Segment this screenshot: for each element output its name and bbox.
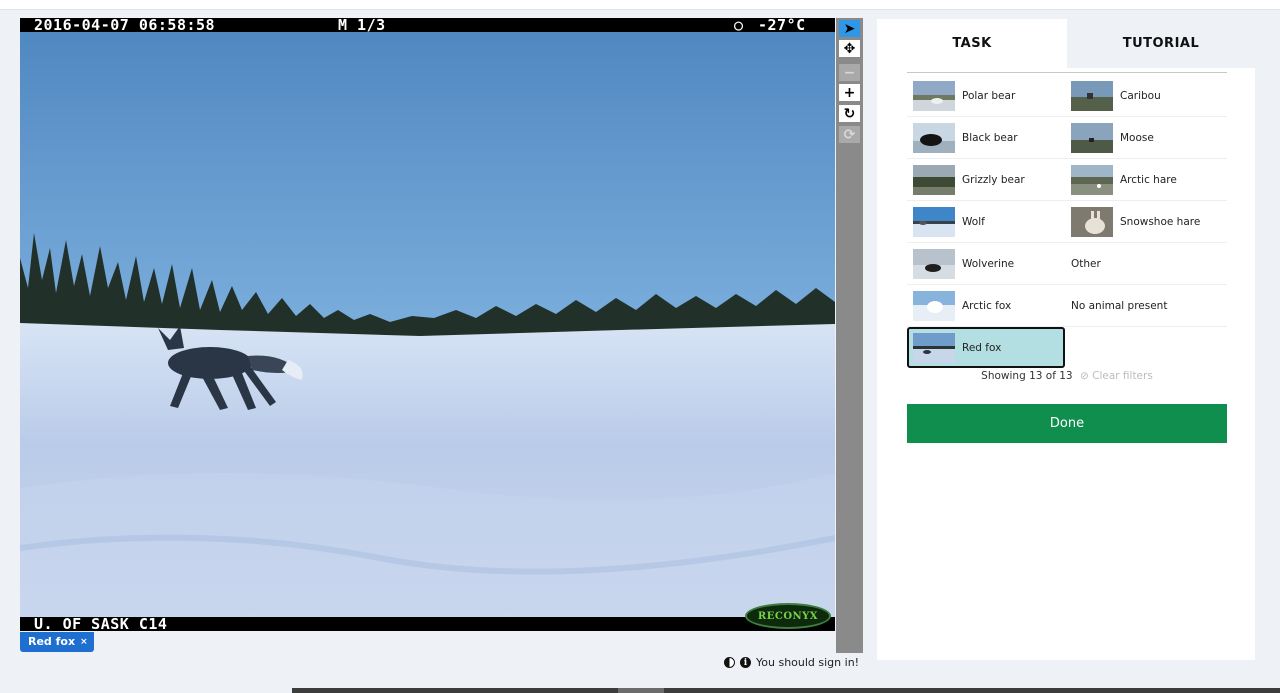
species-choices: Polar bear Caribou Black bear Moose Griz…	[907, 75, 1227, 368]
move-icon[interactable]: ✥	[839, 40, 860, 57]
photo-temperature: -27°C	[758, 18, 806, 34]
choice-snowshoe-hare[interactable]: Snowshoe hare	[1065, 201, 1223, 242]
sign-in-notice: i You should sign in!	[724, 656, 859, 669]
choice-black-bear[interactable]: Black bear	[907, 117, 1065, 158]
photo-info-bar: 2016-04-07 06:58:58 M 1/3 ○ -27°C	[20, 18, 835, 34]
camera-trap-photo	[20, 18, 835, 631]
choice-red-fox[interactable]: Red fox	[907, 327, 1065, 368]
horizontal-scrollbar[interactable]	[292, 688, 1280, 693]
wolf-thumbnail	[913, 206, 955, 237]
photo-frame: M 1/3	[338, 18, 386, 34]
choice-no-animal-present[interactable]: No animal present	[1065, 285, 1223, 326]
zoom-out-icon[interactable]: −	[839, 64, 860, 81]
zoom-in-icon[interactable]: +	[839, 84, 860, 101]
clear-filter-icon: ⊘	[1079, 370, 1089, 382]
sign-in-text: You should sign in!	[756, 656, 860, 669]
reset-icon[interactable]: ⟳	[839, 126, 860, 143]
contrast-icon[interactable]	[724, 657, 735, 668]
clear-filters-link[interactable]: ⊘ Clear filters	[1080, 370, 1153, 382]
caribou-thumbnail	[1071, 80, 1113, 111]
task-panel: TASK TUTORIAL Polar bear Caribou Black b…	[877, 19, 1255, 660]
info-icon[interactable]: i	[740, 657, 751, 668]
black-bear-thumbnail	[913, 122, 955, 153]
reconyx-logo: RECONYX	[745, 603, 831, 629]
top-strip	[0, 0, 1280, 10]
choice-caribou[interactable]: Caribou	[1065, 75, 1223, 116]
choice-polar-bear[interactable]: Polar bear	[907, 75, 1065, 116]
choice-arctic-fox[interactable]: Arctic fox	[907, 285, 1065, 326]
arctic-hare-thumbnail	[1071, 164, 1113, 195]
choice-arctic-hare[interactable]: Arctic hare	[1065, 159, 1223, 200]
remove-tag-icon[interactable]: ×	[80, 632, 88, 652]
choice-row: Red fox	[907, 327, 1227, 368]
photo-camera-bar: U. OF SASK C14	[20, 617, 835, 631]
done-button[interactable]: Done	[907, 404, 1227, 443]
choice-row: Grizzly bear Arctic hare	[907, 159, 1227, 201]
moon-phase-icon: ○	[734, 18, 744, 34]
choice-wolf[interactable]: Wolf	[907, 201, 1065, 242]
grizzly-bear-thumbnail	[913, 164, 955, 195]
choice-row: Wolverine Other	[907, 243, 1227, 285]
scrollbar-thumb[interactable]	[618, 688, 664, 693]
choice-wolverine[interactable]: Wolverine	[907, 243, 1065, 284]
showing-count: Showing 13 of 13 ⊘ Clear filters	[907, 370, 1227, 382]
choice-row: Wolf Snowshoe hare	[907, 201, 1227, 243]
wolverine-thumbnail	[913, 248, 955, 279]
choice-grizzly-bear[interactable]: Grizzly bear	[907, 159, 1065, 200]
showing-text: Showing 13 of 13	[981, 370, 1073, 382]
red-fox-thumbnail	[913, 332, 955, 363]
tag-label: Red fox	[28, 635, 76, 648]
choice-other[interactable]: Other	[1065, 243, 1223, 284]
tab-tutorial[interactable]: TUTORIAL	[1067, 19, 1255, 68]
image-toolbar: ➤ ✥ − + ↻ ⟳	[836, 18, 863, 653]
panel-tabs: TASK TUTORIAL	[877, 19, 1255, 68]
choice-row: Polar bear Caribou	[907, 75, 1227, 117]
camera-label: U. OF SASK C14	[34, 615, 168, 632]
selected-species-tag[interactable]: Red fox ×	[20, 632, 94, 652]
moose-thumbnail	[1071, 122, 1113, 153]
choice-row: Arctic fox No animal present	[907, 285, 1227, 327]
pointer-icon[interactable]: ➤	[839, 20, 860, 37]
rotate-icon[interactable]: ↻	[839, 105, 860, 122]
arctic-fox-thumbnail	[913, 290, 955, 321]
choice-moose[interactable]: Moose	[1065, 117, 1223, 158]
snowshoe-hare-thumbnail	[1071, 206, 1113, 237]
tab-task[interactable]: TASK	[877, 19, 1067, 68]
photo-timestamp: 2016-04-07 06:58:58	[34, 18, 216, 34]
divider	[907, 72, 1227, 73]
subject-image-viewer[interactable]: 2016-04-07 06:58:58 M 1/3 ○ -27°C U. OF …	[20, 18, 835, 631]
choice-row: Black bear Moose	[907, 117, 1227, 159]
polar-bear-thumbnail	[913, 80, 955, 111]
